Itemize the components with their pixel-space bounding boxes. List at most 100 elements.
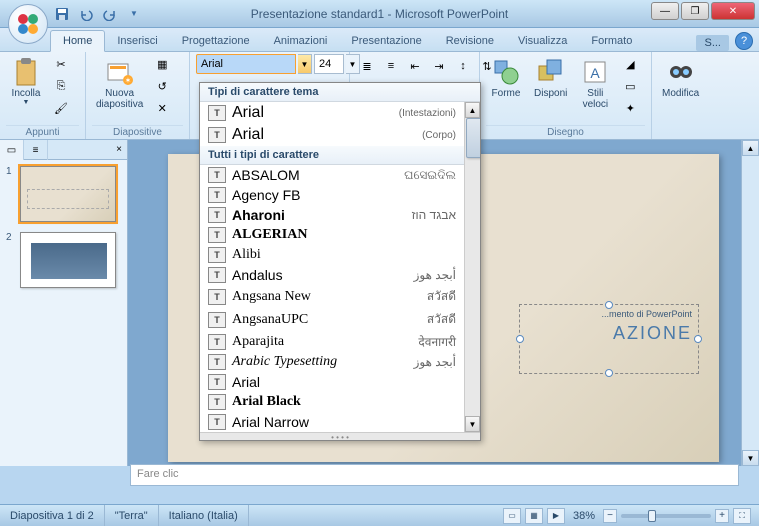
- zoom-level[interactable]: 38%: [573, 510, 595, 522]
- slides-tab[interactable]: ▭: [0, 140, 24, 160]
- vertical-scrollbar[interactable]: ▲ ▼: [741, 140, 759, 466]
- reset-button[interactable]: ↺: [151, 76, 173, 96]
- layout-button[interactable]: ▦: [151, 54, 173, 74]
- indent-decrease-button[interactable]: ⇤: [404, 56, 426, 76]
- save-icon: [55, 7, 69, 21]
- group-label-disegno: Disegno: [486, 125, 645, 139]
- indent-increase-button[interactable]: ⇥: [428, 56, 450, 76]
- notes-pane[interactable]: Fare clic: [130, 464, 739, 486]
- group-label-diapositive: Diapositive: [92, 125, 183, 139]
- view-sorter-button[interactable]: ▦: [525, 508, 543, 524]
- view-normal-button[interactable]: ▭: [503, 508, 521, 524]
- cut-button[interactable]: ✂: [50, 54, 72, 74]
- scrollbar-up-arrow[interactable]: ▲: [465, 102, 480, 118]
- font-dropdown-resize-grip[interactable]: • • • •: [200, 432, 480, 440]
- paste-icon: [10, 56, 42, 88]
- shapes-icon: [490, 56, 522, 88]
- bullets-button[interactable]: ≣: [356, 56, 378, 76]
- help-button[interactable]: ?: [735, 32, 753, 50]
- shape-effects-button[interactable]: ✦: [619, 98, 641, 118]
- resize-handle-w[interactable]: [516, 335, 524, 343]
- tab-presentazione[interactable]: Presentazione: [339, 31, 433, 51]
- font-item[interactable]: TAngsana Newสวัสดี: [200, 285, 464, 308]
- font-item[interactable]: TAparajitaदेवनागरी: [200, 331, 464, 352]
- font-item[interactable]: TAndalusأبجد هوز: [200, 265, 464, 285]
- scrollbar-down-arrow[interactable]: ▼: [465, 416, 480, 432]
- view-slideshow-button[interactable]: ▶: [547, 508, 565, 524]
- resize-handle-n[interactable]: [605, 301, 613, 309]
- tab-progettazione[interactable]: Progettazione: [170, 31, 262, 51]
- text-placeholder[interactable]: ...mento di PowerPoint AZIONE: [519, 304, 699, 374]
- new-slide-button[interactable]: ✶ Nuova diapositiva: [92, 54, 147, 112]
- truetype-icon: T: [208, 187, 226, 203]
- resize-handle-e[interactable]: [694, 335, 702, 343]
- font-family-input[interactable]: [196, 54, 296, 74]
- font-dropdown-scrollbar[interactable]: ▲ ▼: [464, 102, 480, 432]
- tab-home[interactable]: Home: [50, 30, 105, 52]
- quick-styles-button[interactable]: A Stili veloci: [575, 54, 615, 112]
- font-item[interactable]: TAlibi: [200, 245, 464, 265]
- truetype-icon: T: [208, 394, 226, 410]
- font-item[interactable]: TALGERIAN: [200, 225, 464, 245]
- slide-thumbnail-1[interactable]: [20, 166, 116, 222]
- office-button[interactable]: [8, 4, 48, 44]
- font-size-input[interactable]: [314, 54, 344, 74]
- zoom-slider[interactable]: [621, 514, 711, 518]
- maximize-button[interactable]: ❐: [681, 2, 709, 20]
- redo-button[interactable]: [100, 4, 120, 24]
- font-item[interactable]: TABSALOMଘସେଇଦିଲ: [200, 165, 464, 185]
- shapes-button[interactable]: Forme: [486, 54, 526, 101]
- font-item[interactable]: TArial Black: [200, 392, 464, 412]
- status-language[interactable]: Italiano (Italia): [159, 505, 249, 526]
- font-item[interactable]: TArial Narrow: [200, 412, 464, 432]
- status-theme[interactable]: "Terra": [105, 505, 159, 526]
- status-slide-count[interactable]: Diapositiva 1 di 2: [0, 505, 105, 526]
- minimize-button[interactable]: —: [651, 2, 679, 20]
- font-item-theme[interactable]: TArial(Intestazioni): [200, 102, 464, 124]
- shape-outline-button[interactable]: ▭: [619, 76, 641, 96]
- fit-to-window-button[interactable]: ⛶: [733, 508, 751, 524]
- find-button[interactable]: Modifica: [658, 54, 703, 101]
- line-spacing-button[interactable]: ↕: [452, 56, 474, 76]
- svg-text:✶: ✶: [124, 76, 131, 85]
- font-item-theme[interactable]: TArial(Corpo): [200, 124, 464, 146]
- zoom-in-button[interactable]: +: [715, 509, 729, 523]
- statusbar: Diapositiva 1 di 2 "Terra" Italiano (Ita…: [0, 504, 759, 526]
- arrange-button[interactable]: Disponi: [530, 54, 571, 101]
- slide-panel: ▭ ≡ × 1 2: [0, 140, 128, 466]
- undo-button[interactable]: [76, 4, 96, 24]
- font-item[interactable]: TAgency FB: [200, 185, 464, 205]
- numbering-button[interactable]: ≡: [380, 56, 402, 76]
- tab-revisione[interactable]: Revisione: [434, 31, 506, 51]
- scroll-up-button[interactable]: ▲: [742, 140, 759, 156]
- save-button[interactable]: [52, 4, 72, 24]
- copy-button[interactable]: ⎘: [50, 76, 72, 96]
- resize-handle-s[interactable]: [605, 369, 613, 377]
- paste-button[interactable]: Incolla ▼: [6, 54, 46, 108]
- slide-thumbnail-2[interactable]: [20, 232, 116, 288]
- qat-customize-button[interactable]: ▼: [124, 4, 144, 24]
- font-item[interactable]: TArial: [200, 372, 464, 392]
- new-slide-label: Nuova diapositiva: [96, 88, 143, 110]
- tab-inserisci[interactable]: Inserisci: [105, 31, 169, 51]
- font-item[interactable]: TArabic Typesettingأبجد هوز: [200, 352, 464, 372]
- font-family-dropdown-button[interactable]: ▼: [298, 54, 312, 74]
- outline-tab[interactable]: ≡: [24, 140, 48, 160]
- scrollbar-thumb[interactable]: [466, 118, 480, 158]
- font-item[interactable]: TAharoniאבגד הוז: [200, 205, 464, 225]
- group-modifica: Modifica: [652, 52, 712, 139]
- contextual-tab-indicator[interactable]: S...: [696, 35, 729, 51]
- tab-animazioni[interactable]: Animazioni: [262, 31, 340, 51]
- shape-fill-button[interactable]: ◢: [619, 54, 641, 74]
- format-painter-button[interactable]: 🖌: [50, 98, 72, 118]
- zoom-out-button[interactable]: −: [603, 509, 617, 523]
- font-dropdown-list: TArial(Intestazioni)TArial(Corpo) Tutti …: [200, 102, 480, 432]
- delete-slide-button[interactable]: ✕: [151, 98, 173, 118]
- tab-visualizza[interactable]: Visualizza: [506, 31, 579, 51]
- panel-close-button[interactable]: ×: [111, 140, 127, 159]
- close-button[interactable]: ✕: [711, 2, 755, 20]
- zoom-slider-thumb[interactable]: [648, 510, 656, 522]
- scroll-down-button[interactable]: ▼: [742, 450, 759, 466]
- font-item[interactable]: TAngsanaUPCสวัสดี: [200, 308, 464, 331]
- tab-formato[interactable]: Formato: [579, 31, 644, 51]
